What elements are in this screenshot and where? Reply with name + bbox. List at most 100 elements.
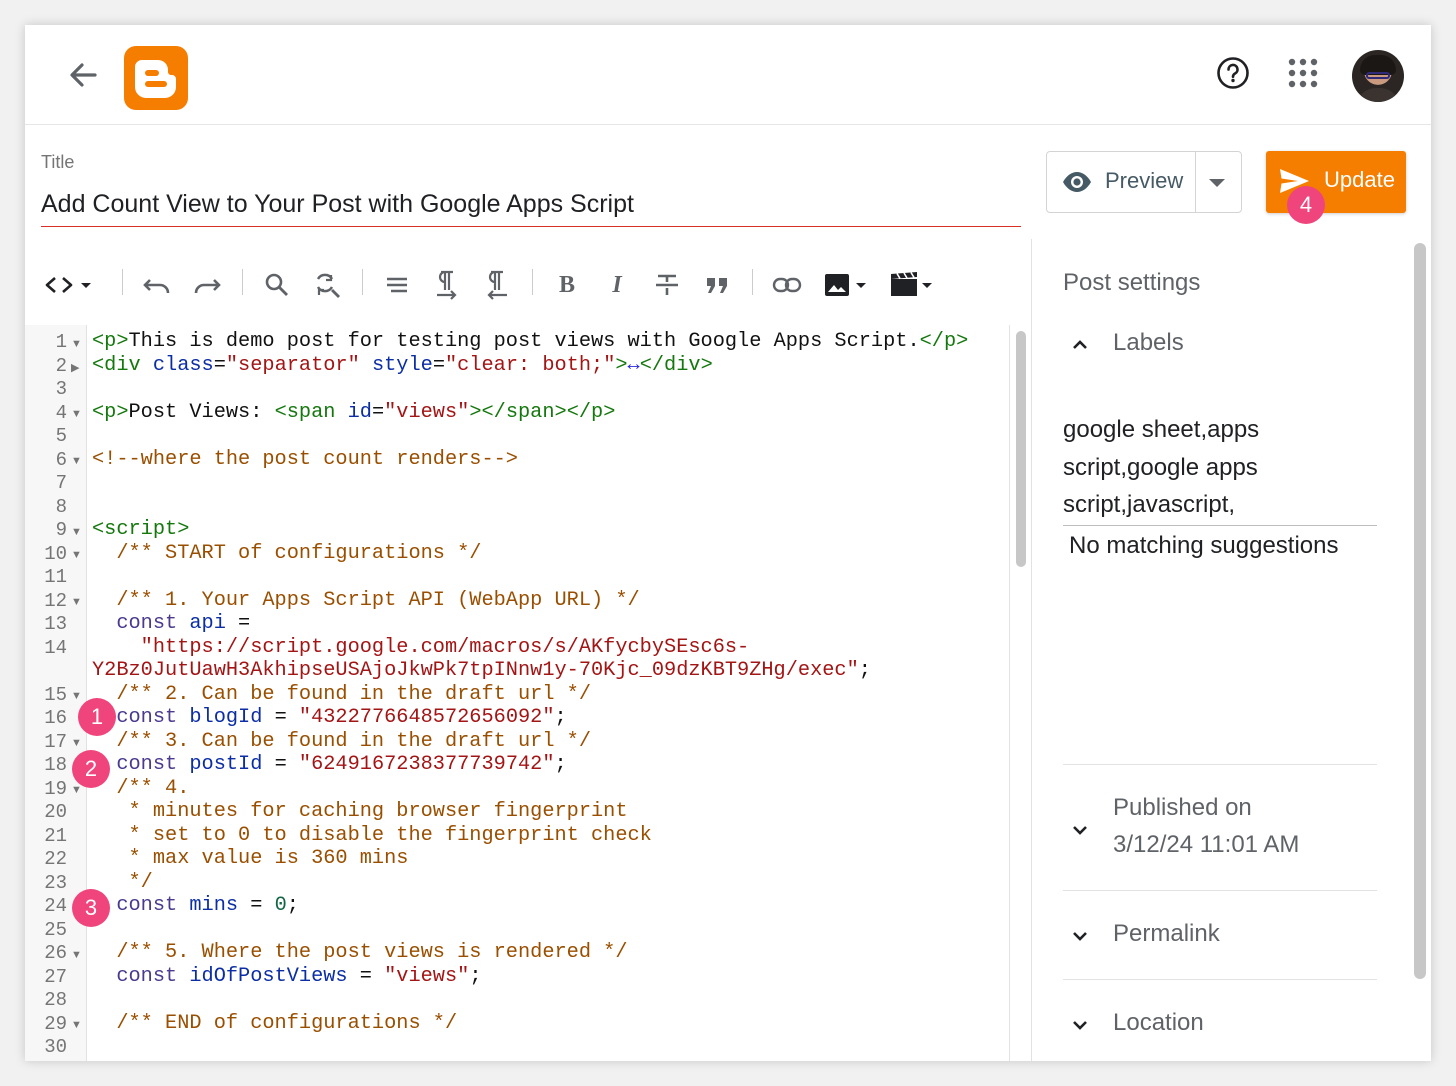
quote-icon[interactable] [699,263,735,307]
labels-input[interactable]: google sheet,apps script,google apps scr… [1063,411,1377,524]
html-tag: </div> [639,353,713,377]
arrow-left-icon[interactable] [63,58,103,92]
fold-arrow-icon[interactable]: ▼ [71,408,82,420]
italic-glyph: I [612,271,622,298]
line-number: 10 [44,542,67,565]
collapsed-content-icon[interactable]: ↔ [628,354,640,377]
section-divider [1063,890,1377,891]
chevron-down-icon[interactable] [1209,179,1225,187]
format-icon[interactable] [379,263,415,307]
annotation-badge-3: 3 [72,889,110,927]
code-line-15: /** 2. Can be found in the draft url */ [92,682,591,706]
toolbar-separator [532,269,533,295]
published-on-section-header[interactable]: Published on 3/12/24 11:01 AM [1063,794,1377,864]
fold-arrow-icon[interactable]: ▼ [71,949,82,961]
line-number: 12 [44,589,67,612]
help-circle-icon[interactable] [1215,55,1251,91]
bold-glyph: B [558,271,575,298]
fold-arrow-icon[interactable]: ▼ [71,1019,82,1031]
section-divider [1063,979,1377,980]
search-icon[interactable] [259,263,295,307]
permalink-heading: Permalink [1113,920,1220,947]
annotation-badge-2: 2 [72,750,110,788]
code-text: ; [286,894,299,917]
line-number: 16 [44,707,67,729]
code-text: = [238,894,275,917]
undo-icon[interactable] [139,263,175,307]
code-text: Post Views: [128,400,275,424]
permalink-section-header[interactable]: Permalink [1063,920,1377,956]
line-number: 24 [44,895,67,917]
location-section-header[interactable]: Location [1063,1009,1377,1045]
fold-arrow-icon[interactable]: ▼ [71,526,82,538]
code-line-29: /** END of configurations */ [92,1011,458,1035]
annotation-badge-4: 4 [1287,186,1325,224]
code-line-14: "https://script.google.com/macros/s/AKfy… [92,635,750,659]
bold-icon[interactable]: B [549,263,585,307]
editor-scrollbar[interactable] [1009,325,1030,1061]
rtl-icon[interactable] [479,263,515,307]
line-number: 13 [44,613,67,635]
preview-button[interactable]: Preview [1046,151,1242,213]
sidebar-scrollbar[interactable] [1414,243,1426,979]
strikethrough-icon[interactable] [649,263,685,307]
top-app-bar [25,25,1431,125]
string: "clear: both;" [444,353,616,377]
code-line-16: const blogId = "4322776648572656092"; [92,706,566,729]
blogger-editor-window: Title Add Count View to Your Post with G… [25,25,1431,1061]
string: "views" [384,964,470,988]
code-text: = [213,353,226,377]
find-replace-icon[interactable] [309,263,345,307]
fold-arrow-icon[interactable]: ▼ [71,596,82,608]
avatar[interactable] [1352,50,1404,102]
ltr-icon[interactable] [429,263,465,307]
line-number: 26 [44,942,67,964]
html-code-editor[interactable]: 1 2 3 4 5 6 7 8 9 10 11 12 13 14 15 16 1… [25,325,1030,1061]
code-text: = [262,706,299,729]
fold-arrow-icon[interactable]: ▼ [71,455,82,467]
redo-icon[interactable] [189,263,225,307]
apps-grid-icon[interactable] [1287,57,1319,89]
fold-arrow-icon[interactable]: ▼ [71,549,82,561]
html-view-icon[interactable] [41,263,99,307]
post-title-input[interactable]: Add Count View to Your Post with Google … [41,187,1021,227]
fold-arrow-icon[interactable]: ▼ [71,338,82,350]
variable: postId [189,753,263,776]
image-icon[interactable] [821,263,871,307]
code-line-26: /** 5. Where the post views is rendered … [92,941,628,964]
code-line-20: * minutes for caching browser fingerprin… [92,800,628,823]
html-tag: ></span></p> [469,400,616,424]
blogger-logo[interactable] [124,46,188,110]
code-line-2: <div class="separator" style="clear: bot… [92,354,713,377]
code-line-12: /** 1. Your Apps Script API (WebApp URL)… [92,588,640,612]
code-line-14-wrap: Y2Bz0JutUawH3AkhipseUSAjoJkwPk7tpINnw1y-… [92,659,871,682]
code-line-22: * max value is 360 mins [92,847,409,870]
code-text: = [371,400,385,424]
line-number: 8 [55,495,67,518]
video-icon[interactable] [887,263,937,307]
title-label: Title [41,152,75,172]
labels-section-header[interactable]: Labels [1063,329,1377,369]
location-heading: Location [1113,1009,1204,1036]
link-icon[interactable] [769,263,805,307]
html-attr: id [347,400,372,424]
html-tag: <p> [92,400,129,424]
italic-icon[interactable]: I [599,263,635,307]
code-text: = [262,753,299,776]
fold-arrow-icon[interactable]: ▼ [71,784,82,796]
code-line-27: const idOfPostViews = "views"; [92,964,481,988]
line-number: 19 [44,777,67,800]
code-line-24: const mins = 0; [92,894,299,917]
section-divider [1063,764,1377,765]
fold-arrow-icon[interactable]: ▼ [71,690,82,702]
line-number: 2 [55,354,67,377]
html-tag: <p> [92,330,129,353]
code-line-10: /** START of configurations */ [92,541,482,565]
editor-scrollbar-thumb[interactable] [1016,331,1026,567]
toolbar-separator [752,269,753,295]
fold-arrow-icon[interactable]: ▶ [71,361,79,374]
line-number: 14 [44,636,67,659]
avatar-body [1356,88,1400,102]
fold-arrow-icon[interactable]: ▼ [71,737,82,749]
string: "views" [384,400,470,424]
